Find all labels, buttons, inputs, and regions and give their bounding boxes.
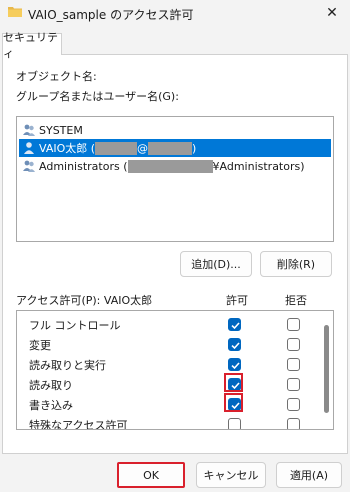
permission-name: 読み取りと実行: [29, 359, 106, 372]
allow-checkbox[interactable]: [228, 338, 241, 351]
redacted-block: [148, 141, 193, 155]
principal-name-suffix: ¥Administrators): [212, 159, 305, 173]
check-icon: [231, 342, 240, 350]
principal-name-suffix: ): [192, 141, 197, 155]
deny-checkbox[interactable]: [287, 398, 300, 411]
permission-name: 変更: [29, 339, 51, 352]
principal-name: SYSTEM: [39, 123, 83, 137]
allow-checkbox[interactable]: [228, 418, 241, 429]
allow-column-header: 許可: [226, 294, 248, 307]
permissions-label: アクセス許可(P): VAIO太郎: [16, 294, 153, 307]
user-icon: [24, 142, 34, 154]
group-icon: [23, 124, 35, 136]
check-icon: [231, 382, 240, 390]
permission-name: 特殊なアクセス許可: [29, 419, 128, 430]
permission-row: フル コントロール: [17, 314, 317, 334]
ok-button[interactable]: OK: [117, 462, 185, 488]
close-button[interactable]: ✕: [320, 2, 344, 24]
deny-checkbox[interactable]: [287, 378, 300, 391]
principals-label: グループ名またはユーザー名(G):: [16, 90, 179, 103]
permissions-scrollbar[interactable]: [319, 311, 333, 429]
redacted-block: [95, 141, 138, 155]
permission-row: 変更: [17, 334, 317, 354]
permission-name: 読み取り: [29, 379, 73, 392]
principal-vaio-taro[interactable]: VAIO太郎 ( @ ): [19, 139, 331, 157]
remove-button[interactable]: 削除(R): [260, 251, 332, 277]
deny-checkbox[interactable]: [287, 418, 300, 429]
add-button-label: 追加(D)...: [191, 258, 241, 271]
permission-name: フル コントロール: [29, 319, 121, 332]
deny-checkbox[interactable]: [287, 318, 300, 331]
ok-button-label: OK: [143, 468, 159, 482]
close-icon: ✕: [326, 5, 338, 21]
principal-system[interactable]: SYSTEM: [19, 121, 331, 139]
deny-checkbox[interactable]: [287, 358, 300, 371]
principal-name-at: @: [137, 141, 149, 155]
apply-button[interactable]: 適用(A): [276, 462, 342, 488]
remove-button-label: 削除(R): [276, 258, 316, 271]
check-icon: [231, 402, 240, 410]
allow-checkbox[interactable]: [228, 358, 241, 371]
permission-name: 書き込み: [29, 399, 73, 412]
tab-security[interactable]: セキュリティ: [2, 31, 62, 60]
tab-security-label: セキュリティ: [3, 30, 58, 60]
window-title: VAIO_sample のアクセス許可: [28, 8, 194, 22]
object-name-label: オブジェクト名:: [16, 70, 97, 83]
add-button[interactable]: 追加(D)...: [180, 251, 252, 277]
cancel-button[interactable]: キャンセル: [196, 462, 266, 488]
allow-checkbox[interactable]: [228, 378, 241, 391]
principal-administrators[interactable]: Administrators ( ¥Administrators): [19, 157, 331, 175]
apply-button-label: 適用(A): [289, 469, 329, 482]
permission-row: 読み取りと実行: [17, 354, 317, 374]
title-bar: VAIO_sample のアクセス許可 ✕: [0, 0, 350, 28]
deny-checkbox[interactable]: [287, 338, 300, 351]
principal-list[interactable]: SYSTEM VAIO太郎 ( @ ) Administrators ( ¥Ad…: [16, 116, 334, 242]
permissions-table: フル コントロール 変更 読み取りと実行 読み取り 書き込み 特殊なアクセス許可: [16, 310, 334, 430]
check-icon: [231, 362, 240, 370]
check-icon: [231, 322, 240, 330]
permission-row: 特殊なアクセス許可: [17, 414, 317, 430]
permission-row: 書き込み: [17, 394, 317, 414]
scrollbar-thumb[interactable]: [324, 325, 329, 413]
permission-row: 読み取り: [17, 374, 317, 394]
allow-checkbox[interactable]: [228, 318, 241, 331]
redacted-block: [127, 159, 213, 173]
deny-column-header: 拒否: [285, 294, 307, 307]
principal-name-prefix: Administrators (: [39, 159, 128, 173]
principal-name-prefix: VAIO太郎 (: [39, 142, 96, 155]
cancel-button-label: キャンセル: [203, 469, 259, 482]
folder-icon: [8, 7, 22, 17]
group-icon: [23, 160, 35, 172]
allow-checkbox[interactable]: [228, 398, 241, 411]
